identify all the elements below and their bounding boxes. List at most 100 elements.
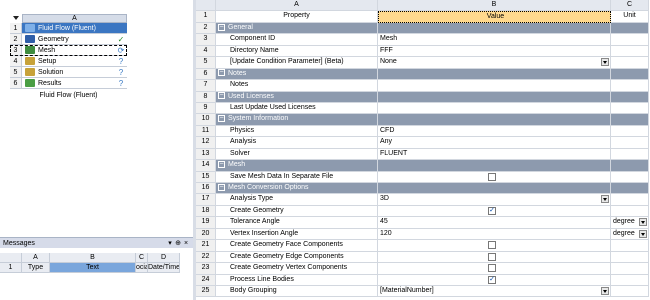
system-cell-setup[interactable]: 4 Setup? — [10, 56, 127, 67]
unit-dropdown-arrow-icon[interactable] — [639, 229, 647, 238]
property-column-title[interactable]: Property — [216, 11, 378, 23]
property-value-cell[interactable] — [378, 251, 611, 264]
property-row-save-mesh-data-in-separate-file[interactable]: 15 Save Mesh Data In Separate File — [196, 171, 650, 183]
messages-text-header[interactable]: Text — [50, 263, 136, 273]
property-row-create-geometry-edge-components[interactable]: 22 Create Geometry Edge Components — [196, 251, 650, 264]
property-checkbox[interactable] — [488, 252, 496, 261]
messages-association-header[interactable]: ociat — [136, 263, 148, 273]
cell-label: Geometry — [38, 35, 69, 43]
property-unit-cell — [611, 194, 649, 206]
property-value-cell[interactable]: Mesh — [378, 34, 611, 46]
property-name-text: Last Update Used Licenses — [230, 103, 316, 111]
collapse-icon[interactable] — [218, 23, 225, 31]
property-row-update-condition-parameter-beta[interactable]: 5 [Update Condition Parameter] (Beta) None — [196, 57, 650, 69]
panel-menu-icon[interactable]: ▾ — [166, 239, 174, 247]
system-cell-geometry[interactable]: 2 Geometry ✓ — [10, 34, 127, 45]
property-row-process-line-bodies[interactable]: 24 Process Line Bodies — [196, 274, 650, 286]
column-b-header[interactable]: B — [378, 0, 611, 12]
system-cell-fluid-flow-fluent[interactable]: 1 Fluid Flow (Fluent) — [10, 23, 127, 34]
system-caption[interactable]: Fluid Flow (Fluent) — [10, 92, 127, 99]
unit-dropdown-arrow-icon[interactable] — [639, 218, 647, 227]
property-value-cell[interactable] — [378, 171, 611, 183]
column-c-header[interactable]: C — [611, 0, 649, 12]
dropdown-arrow-icon[interactable] — [601, 286, 609, 295]
property-value-cell[interactable]: FFF — [378, 45, 611, 58]
property-value-cell[interactable] — [378, 205, 611, 218]
property-value: Mesh — [380, 35, 398, 43]
property-checkbox[interactable] — [488, 275, 496, 284]
property-unit-cell[interactable]: degree — [611, 217, 649, 229]
property-value-cell[interactable]: 120 — [378, 228, 611, 241]
system-cell-results[interactable]: 6 Results? — [10, 78, 127, 89]
property-row-create-geometry-face-components[interactable]: 21 Create Geometry Face Components — [196, 240, 650, 252]
property-row-create-geometry[interactable]: 18 Create Geometry — [196, 205, 650, 218]
property-checkbox[interactable] — [488, 264, 496, 273]
property-row-vertex-insertion-angle[interactable]: 20 Vertex Insertion Angle 120 degree — [196, 228, 650, 241]
property-value-cell[interactable] — [378, 240, 611, 252]
setup-icon — [25, 57, 35, 65]
dropdown-arrow-icon[interactable] — [601, 195, 609, 204]
property-row-component-id[interactable]: 3 Component ID Mesh — [196, 34, 650, 46]
collapse-icon[interactable] — [218, 92, 225, 100]
collapse-icon[interactable] — [218, 160, 225, 168]
property-row-tolerance-angle[interactable]: 19 Tolerance Angle 45 degree — [196, 217, 650, 229]
cell-number: 5 — [10, 67, 22, 77]
property-value-cell[interactable]: CFD — [378, 125, 611, 138]
property-checkbox[interactable] — [488, 172, 496, 181]
value-column-title[interactable]: Value — [378, 11, 611, 23]
property-checkbox[interactable] — [488, 241, 496, 250]
collapse-icon[interactable] — [218, 183, 225, 191]
property-row-analysis-type[interactable]: 17 Analysis Type 3D — [196, 194, 650, 206]
messages-row[interactable]: 1 Type Text ociat Date/Time — [0, 263, 180, 273]
collapse-triangle-icon[interactable] — [10, 14, 22, 23]
messages-datetime-header[interactable]: Date/Time — [148, 263, 180, 273]
property-row-create-geometry-vertex-components[interactable]: 23 Create Geometry Vertex Components — [196, 263, 650, 275]
project-schematic: A 1 Fluid Flow (Fluent) 2 Geometry ✓ 3 Mesh ⟳ 4 S… — [0, 0, 193, 236]
property-value-cell — [378, 91, 611, 103]
property-value-cell[interactable] — [378, 102, 611, 115]
system-block-fluid-flow[interactable]: A 1 Fluid Flow (Fluent) 2 Geometry ✓ 3 Mesh ⟳ 4 S… — [10, 14, 127, 99]
property-value-cell[interactable]: 3D — [378, 194, 611, 206]
messages-col-d[interactable]: D — [148, 253, 180, 263]
property-row-physics[interactable]: 11 Physics CFD — [196, 125, 650, 138]
property-value-cell[interactable]: [MaterialNumber] — [378, 285, 611, 298]
property-row-body-grouping[interactable]: 25 Body Grouping [MaterialNumber] — [196, 285, 650, 298]
property-value-cell[interactable]: Any — [378, 137, 611, 149]
property-checkbox[interactable] — [488, 206, 496, 215]
messages-col-b[interactable]: B — [50, 253, 136, 263]
property-value-cell — [378, 160, 611, 172]
collapse-icon[interactable] — [218, 69, 225, 77]
property-row-solver[interactable]: 13 Solver FLUENT — [196, 148, 650, 161]
property-value-cell[interactable] — [378, 80, 611, 92]
system-cell-solution[interactable]: 5 Solution? — [10, 67, 127, 78]
property-row-notes[interactable]: 7 Notes — [196, 80, 650, 92]
property-row-directory-name[interactable]: 4 Directory Name FFF — [196, 45, 650, 58]
property-name: Create Geometry — [216, 205, 378, 218]
section-label: General — [216, 22, 378, 35]
pin-icon[interactable]: ⊕ — [174, 239, 182, 247]
property-value: None — [380, 58, 397, 66]
property-value-cell[interactable] — [378, 263, 611, 275]
cell-number: 3 — [10, 45, 22, 55]
property-value-cell[interactable]: FLUENT — [378, 148, 611, 161]
messages-type-header[interactable]: Type — [22, 263, 50, 273]
property-value-cell[interactable] — [378, 274, 611, 286]
messages-col-a[interactable]: A — [22, 253, 50, 263]
messages-col-c[interactable]: C — [136, 253, 148, 263]
property-row-last-update-used-licenses[interactable]: 9 Last Update Used Licenses — [196, 102, 650, 115]
property-name-text: Physics — [230, 126, 255, 134]
unit-column-title[interactable]: Unit — [611, 11, 649, 23]
property-name-text: Save Mesh Data In Separate File — [230, 172, 334, 180]
property-row-analysis[interactable]: 12 Analysis Any — [196, 137, 650, 149]
dropdown-arrow-icon[interactable] — [601, 58, 609, 67]
system-cell-mesh[interactable]: 3 Mesh ⟳ — [10, 45, 127, 56]
property-value-cell[interactable]: None — [378, 57, 611, 69]
close-icon[interactable]: × — [182, 240, 190, 247]
property-value: FFF — [380, 46, 393, 54]
property-value-cell[interactable]: 45 — [378, 217, 611, 229]
column-a-header[interactable]: A — [216, 0, 378, 12]
property-unit-cell[interactable]: degree — [611, 228, 649, 241]
collapse-icon[interactable] — [218, 115, 225, 123]
property-name-text: Vertex Insertion Angle — [230, 229, 299, 237]
property-unit-cell — [611, 171, 649, 183]
